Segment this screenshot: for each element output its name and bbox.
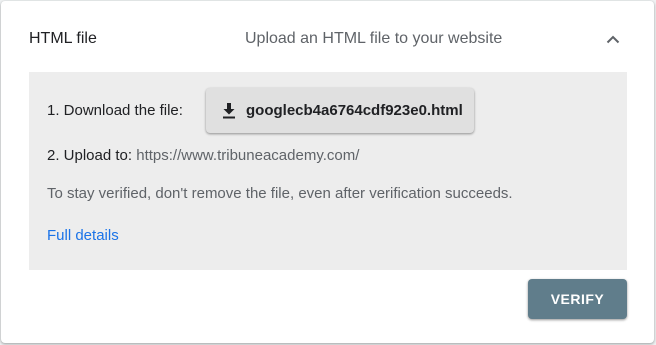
- download-filename: googlecb4a6764cdf923e0.html: [246, 101, 463, 119]
- upload-step-label: 2. Upload to:: [47, 147, 133, 164]
- download-icon: [220, 102, 238, 120]
- full-details-link[interactable]: Full details: [47, 227, 119, 245]
- upload-url: https://www.tribuneacademy.com/: [136, 147, 360, 164]
- verify-button[interactable]: VERIFY: [528, 279, 627, 319]
- collapse-button[interactable]: [599, 25, 627, 53]
- instructions-panel: 1. Download the file: googlecb4a6764cdf9…: [29, 72, 627, 270]
- download-step-label: 1. Download the file:: [47, 102, 183, 119]
- method-description: Upload an HTML file to your website: [245, 30, 503, 47]
- verification-note: To stay verified, don't remove the file,…: [47, 185, 513, 202]
- download-file-button[interactable]: googlecb4a6764cdf923e0.html: [206, 88, 474, 133]
- verification-method-card: HTML file Upload an HTML file to your we…: [1, 1, 654, 343]
- method-header[interactable]: HTML file Upload an HTML file to your we…: [1, 1, 654, 73]
- chevron-up-icon: [606, 35, 620, 43]
- method-title: HTML file: [29, 30, 97, 47]
- upload-step: 2. Upload to: https://www.tribuneacademy…: [47, 147, 359, 165]
